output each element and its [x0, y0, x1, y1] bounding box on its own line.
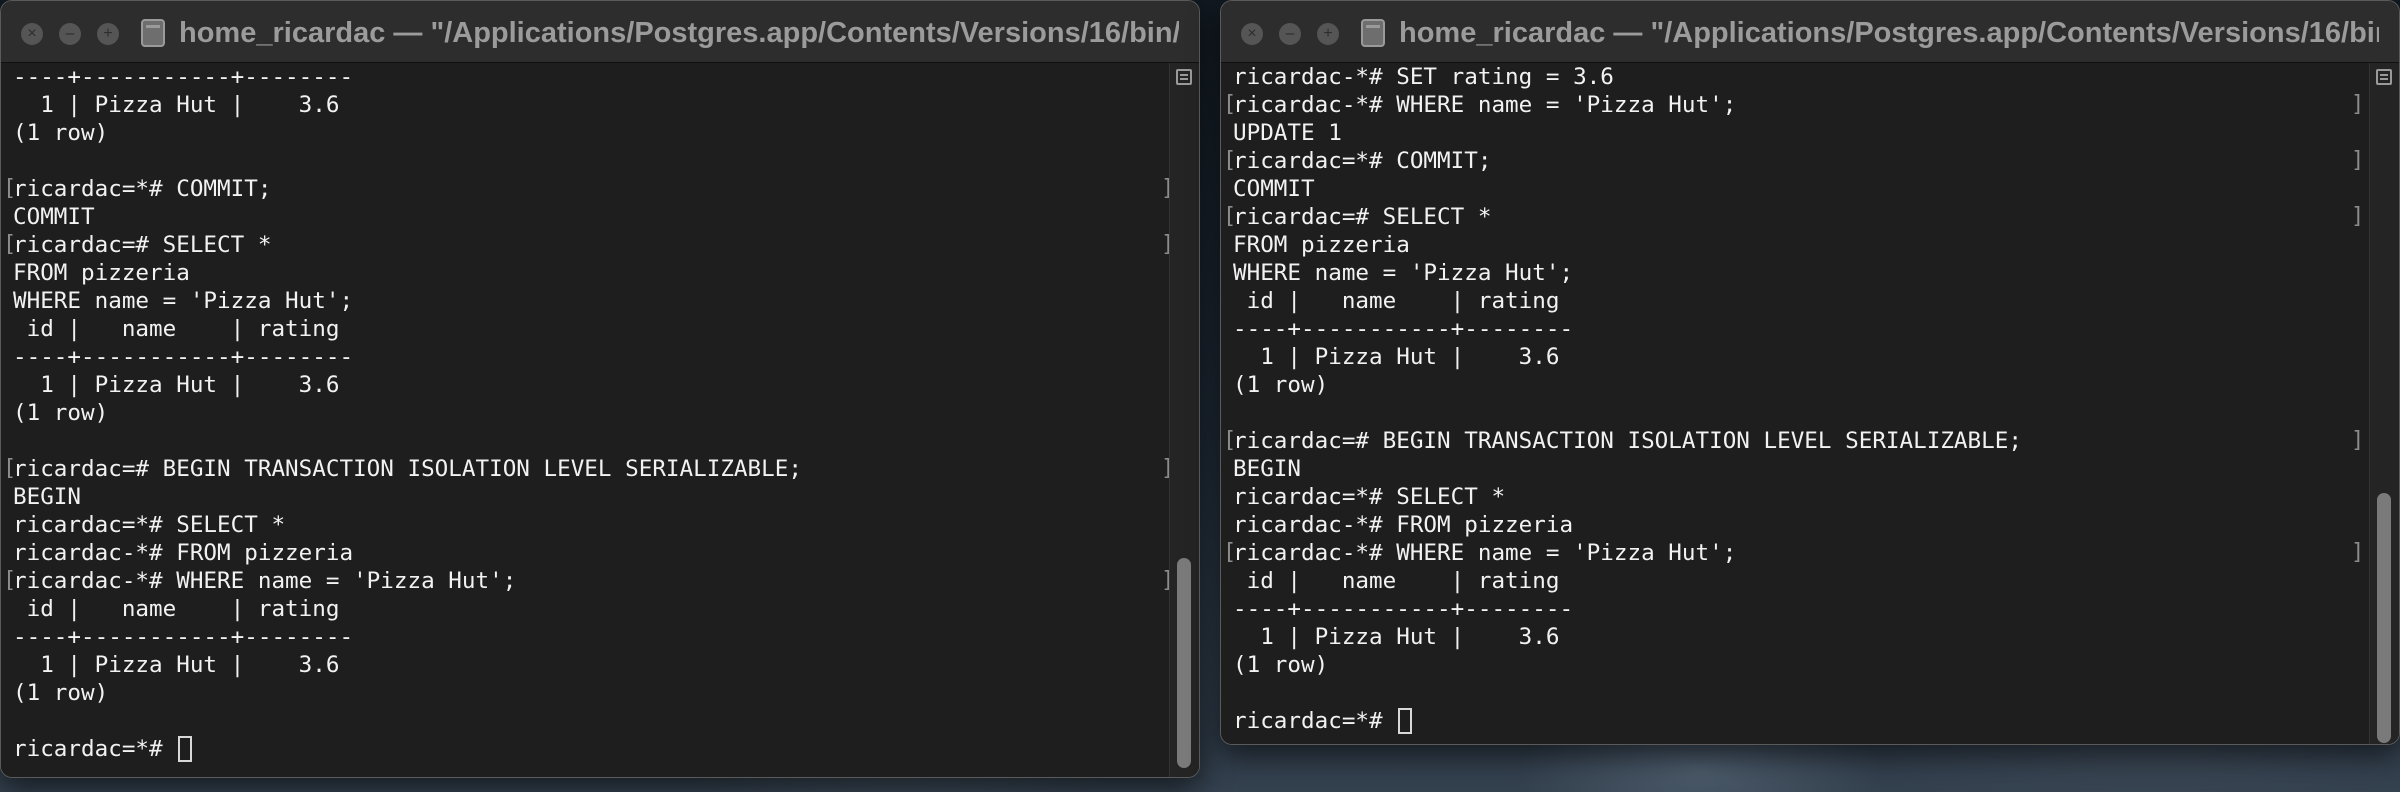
- terminal-line: ricardac=*# SELECT *: [1233, 484, 1506, 510]
- terminal-line: id | name | rating: [13, 316, 340, 342]
- scroll-thumb[interactable]: [1177, 558, 1191, 768]
- line-bracket-right: ]: [2351, 148, 2365, 173]
- window-title: home_ricardac — "/Applications/Postgres.…: [1399, 17, 2379, 49]
- line-bracket-right: ]: [2351, 428, 2365, 453]
- title-bar[interactable]: × – + home_ricardac — "/Applications/Pos…: [1, 1, 1199, 63]
- folder-icon: [1361, 19, 1385, 47]
- terminal-window-right[interactable]: × – + home_ricardac — "/Applications/Pos…: [1220, 0, 2400, 745]
- minimize-icon: –: [65, 25, 75, 42]
- minimize-icon: –: [1285, 25, 1295, 42]
- terminal-line: id | name | rating: [13, 596, 340, 622]
- prompt-text: ricardac=*#: [1233, 708, 1397, 734]
- terminal-line: ricardac=# SELECT *: [13, 232, 272, 258]
- terminal-line: ricardac=*# COMMIT;: [13, 176, 272, 202]
- terminal-line: ----+-----------+--------: [13, 344, 354, 370]
- terminal-window-left[interactable]: × – + home_ricardac — "/Applications/Pos…: [0, 0, 1200, 778]
- close-button[interactable]: ×: [1241, 23, 1263, 45]
- terminal-line: 1 | Pizza Hut | 3.6: [1233, 624, 1560, 650]
- terminal-line: BEGIN: [1233, 456, 1302, 482]
- line-bracket-right: ]: [2351, 540, 2365, 565]
- terminal-line: UPDATE 1: [1233, 120, 1342, 146]
- terminal-line: COMMIT: [1233, 176, 1315, 202]
- terminal-line: (1 row): [13, 400, 109, 426]
- close-icon: ×: [1247, 25, 1257, 42]
- minimize-button[interactable]: –: [59, 23, 81, 45]
- terminal-line: id | name | rating: [1233, 568, 1560, 594]
- terminal-line: FROM pizzeria: [1233, 232, 1410, 258]
- terminal-line: 1 | Pizza Hut | 3.6: [1233, 344, 1560, 370]
- close-icon: ×: [27, 25, 37, 42]
- terminal-line: ricardac-*# FROM pizzeria: [13, 540, 354, 566]
- terminal-line: (1 row): [13, 120, 109, 146]
- terminal-line: WHERE name = 'Pizza Hut';: [1233, 260, 1574, 286]
- terminal-line: ricardac=# SELECT *: [1233, 204, 1492, 230]
- zoom-icon: +: [103, 25, 113, 42]
- terminal-line: 1 | Pizza Hut | 3.6: [13, 372, 340, 398]
- split-pane-icon[interactable]: [2376, 69, 2392, 85]
- terminal-line: ricardac=*# SELECT *: [13, 512, 286, 538]
- terminal-line: (1 row): [13, 680, 109, 706]
- terminal-line: BEGIN: [13, 484, 82, 510]
- terminal-line: ----+-----------+--------: [13, 624, 354, 650]
- terminal-line: (1 row): [1233, 652, 1329, 678]
- prompt-line[interactable]: ricardac=*#: [1233, 707, 1413, 735]
- folder-icon: [141, 19, 165, 47]
- text-cursor: [1398, 708, 1413, 734]
- terminal-line: id | name | rating: [1233, 288, 1560, 314]
- zoom-button[interactable]: +: [97, 23, 119, 45]
- terminal-line: ricardac-*# SET rating = 3.6: [1233, 64, 1614, 90]
- terminal-line: 1 | Pizza Hut | 3.6: [13, 652, 340, 678]
- terminal-output[interactable]: ricardac-*# SET rating = 3.6 [ ricardac-…: [1221, 63, 2399, 744]
- prompt-text: ricardac=*#: [13, 736, 177, 762]
- terminal-line: ricardac=# BEGIN TRANSACTION ISOLATION L…: [13, 456, 802, 482]
- terminal-line: ----+-----------+--------: [1233, 316, 1574, 342]
- terminal-line: ----+-----------+--------: [13, 64, 354, 90]
- text-cursor: [178, 736, 193, 762]
- terminal-line: (1 row): [1233, 372, 1329, 398]
- line-bracket-right: ]: [2351, 204, 2365, 229]
- terminal-line: 1 | Pizza Hut | 3.6: [13, 92, 340, 118]
- terminal-line: FROM pizzeria: [13, 260, 190, 286]
- scroll-thumb[interactable]: [2377, 493, 2391, 743]
- terminal-line: ricardac-*# WHERE name = 'Pizza Hut';: [13, 568, 517, 594]
- terminal-line: ----+-----------+--------: [1233, 596, 1574, 622]
- terminal-line: ricardac-*# FROM pizzeria: [1233, 512, 1574, 538]
- terminal-output[interactable]: ----+-----------+-------- 1 | Pizza Hut …: [1, 63, 1199, 777]
- window-title: home_ricardac — "/Applications/Postgres.…: [179, 17, 1179, 49]
- terminal-line: ricardac=# BEGIN TRANSACTION ISOLATION L…: [1233, 428, 2022, 454]
- zoom-icon: +: [1323, 25, 1333, 42]
- split-pane-icon[interactable]: [1176, 69, 1192, 85]
- terminal-line: WHERE name = 'Pizza Hut';: [13, 288, 354, 314]
- minimize-button[interactable]: –: [1279, 23, 1301, 45]
- line-bracket-right: ]: [2351, 92, 2365, 117]
- terminal-line: ricardac-*# WHERE name = 'Pizza Hut';: [1233, 92, 1737, 118]
- terminal-line: ricardac=*# COMMIT;: [1233, 148, 1492, 174]
- terminal-line: COMMIT: [13, 204, 95, 230]
- vertical-scrollbar[interactable]: [1169, 63, 1199, 777]
- zoom-button[interactable]: +: [1317, 23, 1339, 45]
- close-button[interactable]: ×: [21, 23, 43, 45]
- title-bar[interactable]: × – + home_ricardac — "/Applications/Pos…: [1221, 1, 2399, 63]
- vertical-scrollbar[interactable]: [2369, 63, 2399, 744]
- prompt-line[interactable]: ricardac=*#: [13, 735, 193, 763]
- terminal-line: ricardac-*# WHERE name = 'Pizza Hut';: [1233, 540, 1737, 566]
